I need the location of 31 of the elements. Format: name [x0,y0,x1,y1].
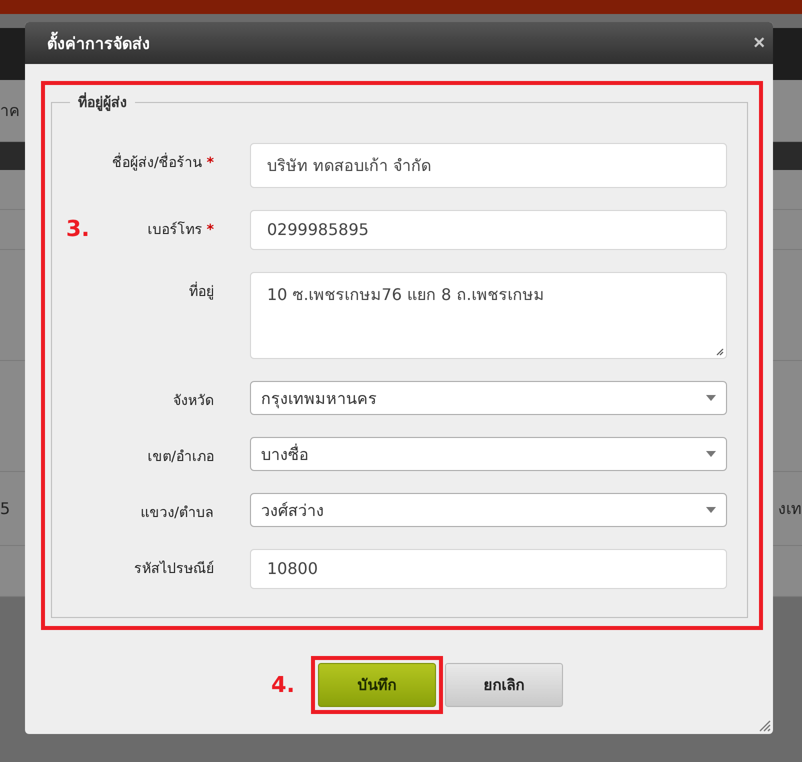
resize-grip-icon[interactable] [757,718,771,732]
section-legend: ที่อยู่ผู้ส่ง [70,91,135,113]
field-label: ที่อยู่ [189,280,214,302]
cancel-button[interactable]: ยกเลิก [444,663,563,707]
background-text: งเท [778,498,802,520]
required-marker: * [206,155,214,171]
required-marker: * [206,222,214,238]
resize-grip-icon[interactable] [715,347,724,356]
dropdown[interactable]: กรุงเทพมหานคร [250,381,727,415]
step-number: 4. [271,672,295,698]
caret-icon [706,507,716,513]
field-label: รหัสไปรษณีย์ [134,560,214,579]
save-button[interactable]: บันทึก [318,663,436,707]
input-field[interactable]: 10800 [250,549,727,589]
caret-icon [706,395,716,401]
field-label: ชื่อผู้ส่ง/ชื่อร้าน [112,151,203,173]
background-text: 5 [0,499,10,518]
text-area[interactable]: 10 ซ.เพชรเกษม76 แยก 8 ถ.เพชรเกษม [250,272,727,359]
close-button[interactable]: × [753,33,765,53]
input-field[interactable]: 0299985895 [250,210,727,250]
field-label: เบอร์โทร [148,220,203,240]
dropdown[interactable]: บางซื่อ [250,437,727,471]
field-label: จังหวัด [173,392,214,411]
dialog-title: ตั้งค่าการจัดส่ง [47,30,150,54]
field-label: แขวง/ตำบล [140,504,214,523]
input-field[interactable]: บริษัท ทดสอบเก้า จำกัด [250,143,727,188]
caret-icon [706,451,716,457]
background-text: าค [0,100,20,122]
step-number: 3. [66,217,90,242]
dropdown[interactable]: วงศ์สว่าง [250,493,727,527]
field-label: เขต/อำเภอ [147,448,214,467]
